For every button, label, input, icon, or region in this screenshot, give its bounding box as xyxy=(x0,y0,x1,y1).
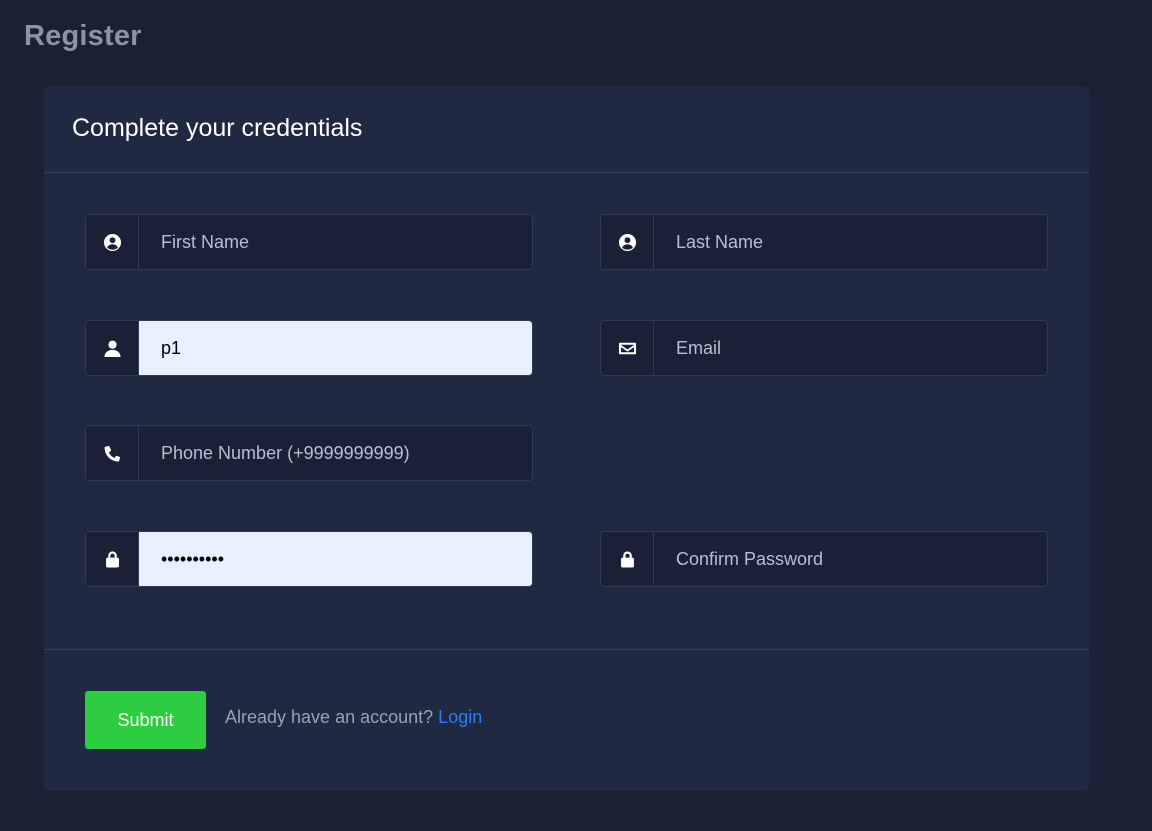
user-icon xyxy=(86,321,139,375)
user-circle-icon xyxy=(601,215,654,269)
user-circle-icon xyxy=(86,215,139,269)
envelope-icon xyxy=(601,321,654,375)
password-input[interactable] xyxy=(139,532,532,586)
email-input[interactable] xyxy=(654,321,1047,375)
username-field xyxy=(85,320,533,376)
login-link[interactable]: Login xyxy=(438,707,482,727)
submit-button[interactable]: Submit xyxy=(85,691,206,749)
phone-input[interactable] xyxy=(139,426,532,480)
confirm-password-input[interactable] xyxy=(654,532,1047,586)
page-title: Register xyxy=(24,20,142,52)
email-field xyxy=(600,320,1048,376)
register-card: Complete your credentials First Name Las… xyxy=(44,86,1089,791)
confirm-password-field xyxy=(600,531,1048,587)
login-prompt-text: Already have an account? xyxy=(225,707,434,727)
last-name-input[interactable] xyxy=(654,215,1047,269)
footer-divider xyxy=(44,649,1089,650)
first-name-field xyxy=(85,214,533,270)
phone-icon xyxy=(86,426,139,480)
card-header: Complete your credentials xyxy=(44,86,1089,173)
login-prompt: Already have an account? Login xyxy=(225,707,482,728)
last-name-field xyxy=(600,214,1048,270)
phone-field xyxy=(85,425,533,481)
password-field xyxy=(85,531,533,587)
first-name-input[interactable] xyxy=(139,215,532,269)
lock-icon xyxy=(86,532,139,586)
username-input[interactable] xyxy=(139,321,532,375)
lock-icon xyxy=(601,532,654,586)
card-title: Complete your credentials xyxy=(72,114,363,142)
